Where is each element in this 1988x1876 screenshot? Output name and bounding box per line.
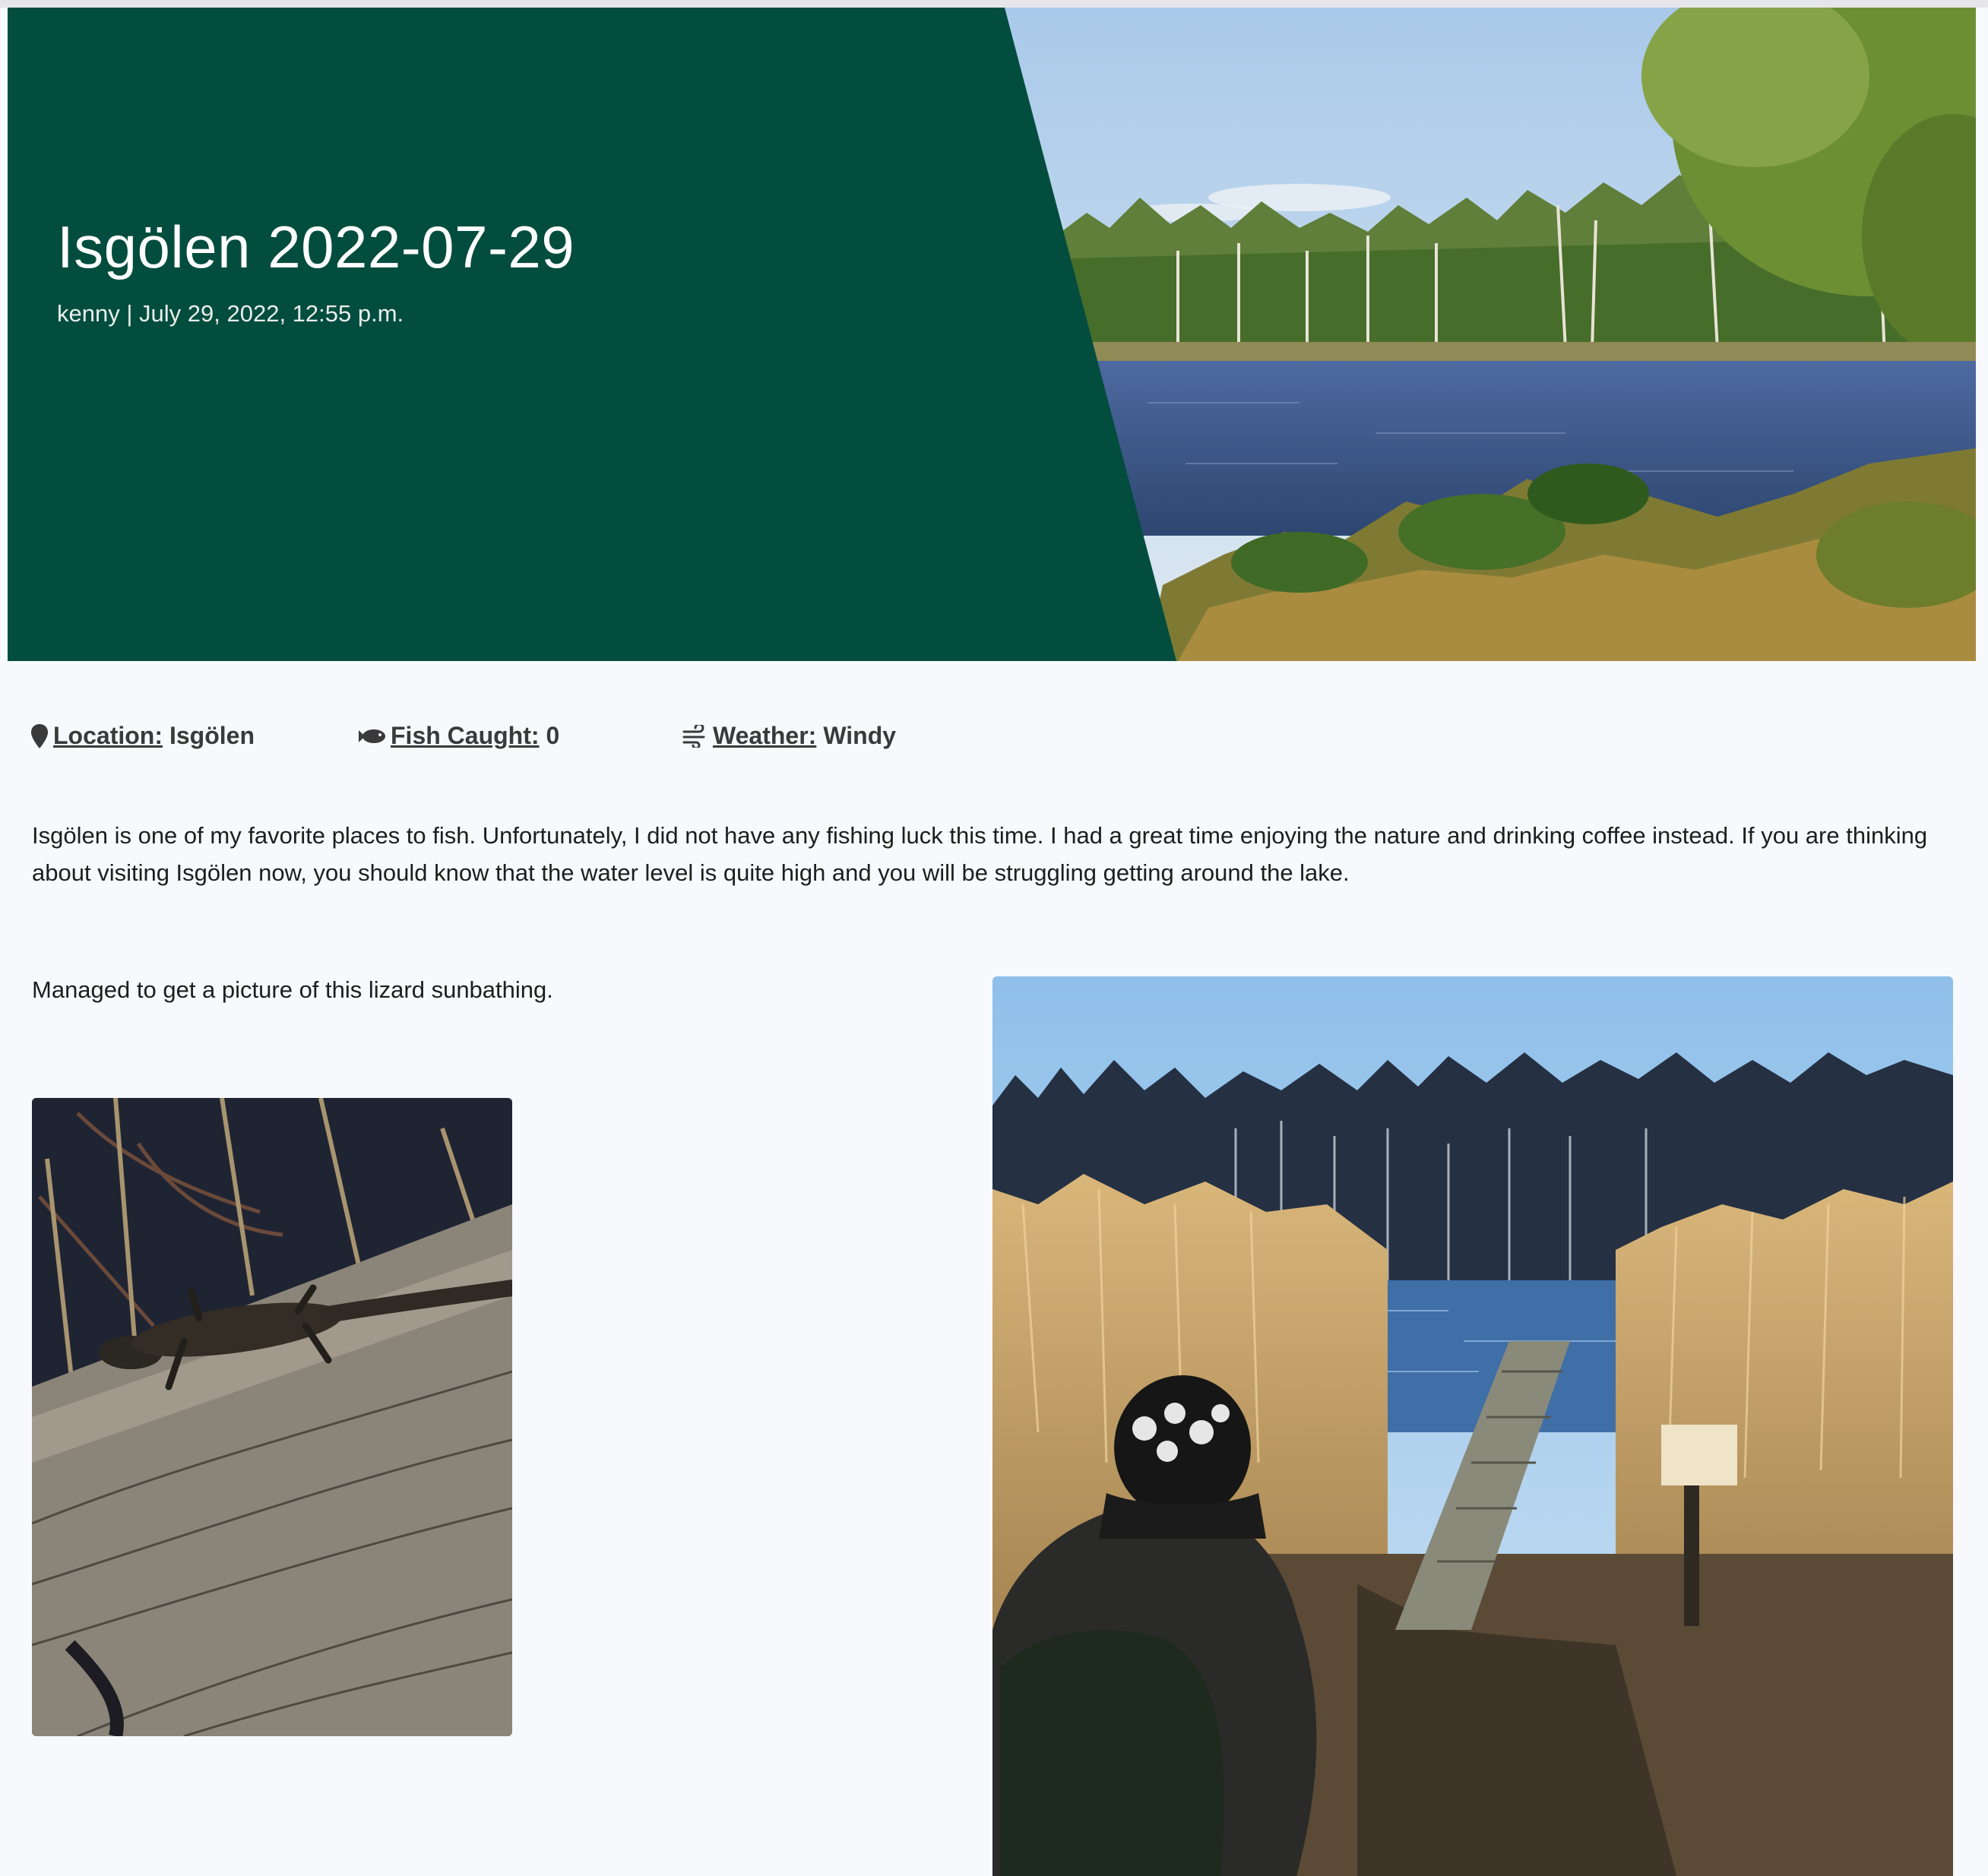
trip-facts: Location: Isgölen Fish Caught: 0 Weather… xyxy=(30,722,1094,760)
map-pin-icon xyxy=(30,723,49,749)
browser-top-edge xyxy=(0,0,1988,8)
weather-value: Windy xyxy=(823,722,897,749)
fish-caught-link[interactable]: Fish Caught: xyxy=(391,722,540,750)
lake-jetty-photo xyxy=(992,976,1953,1876)
fish-caught-value: 0 xyxy=(546,722,560,749)
weather-fact: Weather: Windy xyxy=(682,722,896,750)
weather-link[interactable]: Weather: xyxy=(713,722,816,750)
location-value: Isgölen xyxy=(169,722,255,749)
lizard-photo xyxy=(32,1098,512,1736)
post-meta: kenny | July 29, 2022, 12:55 p.m. xyxy=(57,300,404,327)
location-fact: Location: Isgölen xyxy=(30,722,255,750)
post-body-text: Isgölen is one of my favorite places to … xyxy=(32,822,1928,886)
post-date: July 29, 2022, 12:55 p.m. xyxy=(139,300,404,327)
fish-icon xyxy=(357,726,386,746)
wind-icon xyxy=(682,724,708,748)
lizard-caption: Managed to get a picture of this lizard … xyxy=(32,976,553,1003)
post-header: Isgölen 2022-07-29 kenny | July 29, 2022… xyxy=(8,8,1976,661)
post-author[interactable]: kenny xyxy=(57,300,120,327)
meta-separator: | xyxy=(126,300,133,327)
fish-caught-fact: Fish Caught: 0 xyxy=(357,722,559,750)
location-link[interactable]: Location: xyxy=(53,722,163,750)
post-title: Isgölen 2022-07-29 xyxy=(57,214,575,280)
